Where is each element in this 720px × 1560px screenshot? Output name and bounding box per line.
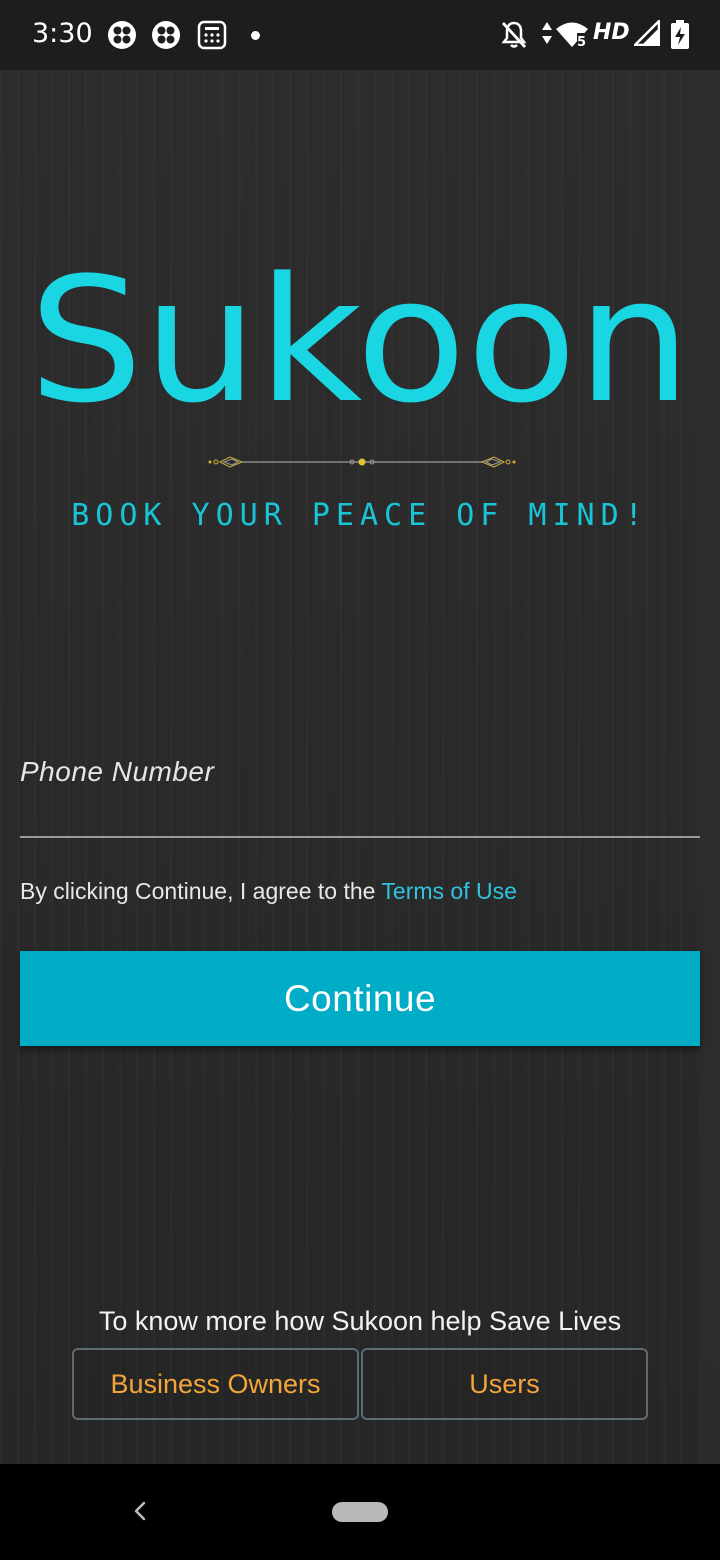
bell-off-icon [501, 21, 527, 48]
signal-icon [634, 20, 660, 46]
login-screen: Sukoon BOOK YOUR PEACE OF MIND! Phone Nu… [0, 70, 720, 1464]
status-time: 3:30 [32, 18, 93, 49]
ornament-divider-icon [208, 456, 516, 468]
navigation-bar [0, 1464, 720, 1560]
users-button[interactable]: Users [361, 1348, 648, 1420]
app-logo: Sukoon [28, 240, 692, 441]
terms-text: By clicking Continue, I agree to the Ter… [20, 878, 517, 905]
back-icon[interactable] [126, 1496, 154, 1526]
app-notification-icon [152, 21, 180, 49]
tagline: BOOK YOUR PEACE OF MIND! [71, 498, 649, 533]
data-arrows-icon [542, 22, 552, 44]
svg-text:5: 5 [577, 35, 586, 48]
calculator-icon [197, 20, 227, 50]
dot-indicator [251, 31, 260, 40]
app-notification-icon [108, 21, 136, 49]
wifi-icon: 5 [556, 22, 588, 48]
terms-of-use-link[interactable]: Terms of Use [381, 878, 516, 904]
status-bar: 3:30 5 HD [0, 0, 720, 70]
home-pill-icon[interactable] [332, 1502, 388, 1522]
more-info-text: To know more how Sukoon help Save Lives [98, 1306, 622, 1336]
continue-button[interactable]: Continue [20, 951, 700, 1046]
business-owners-button[interactable]: Business Owners [72, 1348, 359, 1420]
phone-number-placeholder: Phone Number [20, 756, 215, 787]
phone-number-field[interactable]: Phone Number [20, 738, 700, 838]
terms-prefix: By clicking Continue, I agree to the [20, 878, 382, 904]
battery-charging-icon [671, 20, 689, 49]
network-type-label: HD [593, 20, 630, 45]
